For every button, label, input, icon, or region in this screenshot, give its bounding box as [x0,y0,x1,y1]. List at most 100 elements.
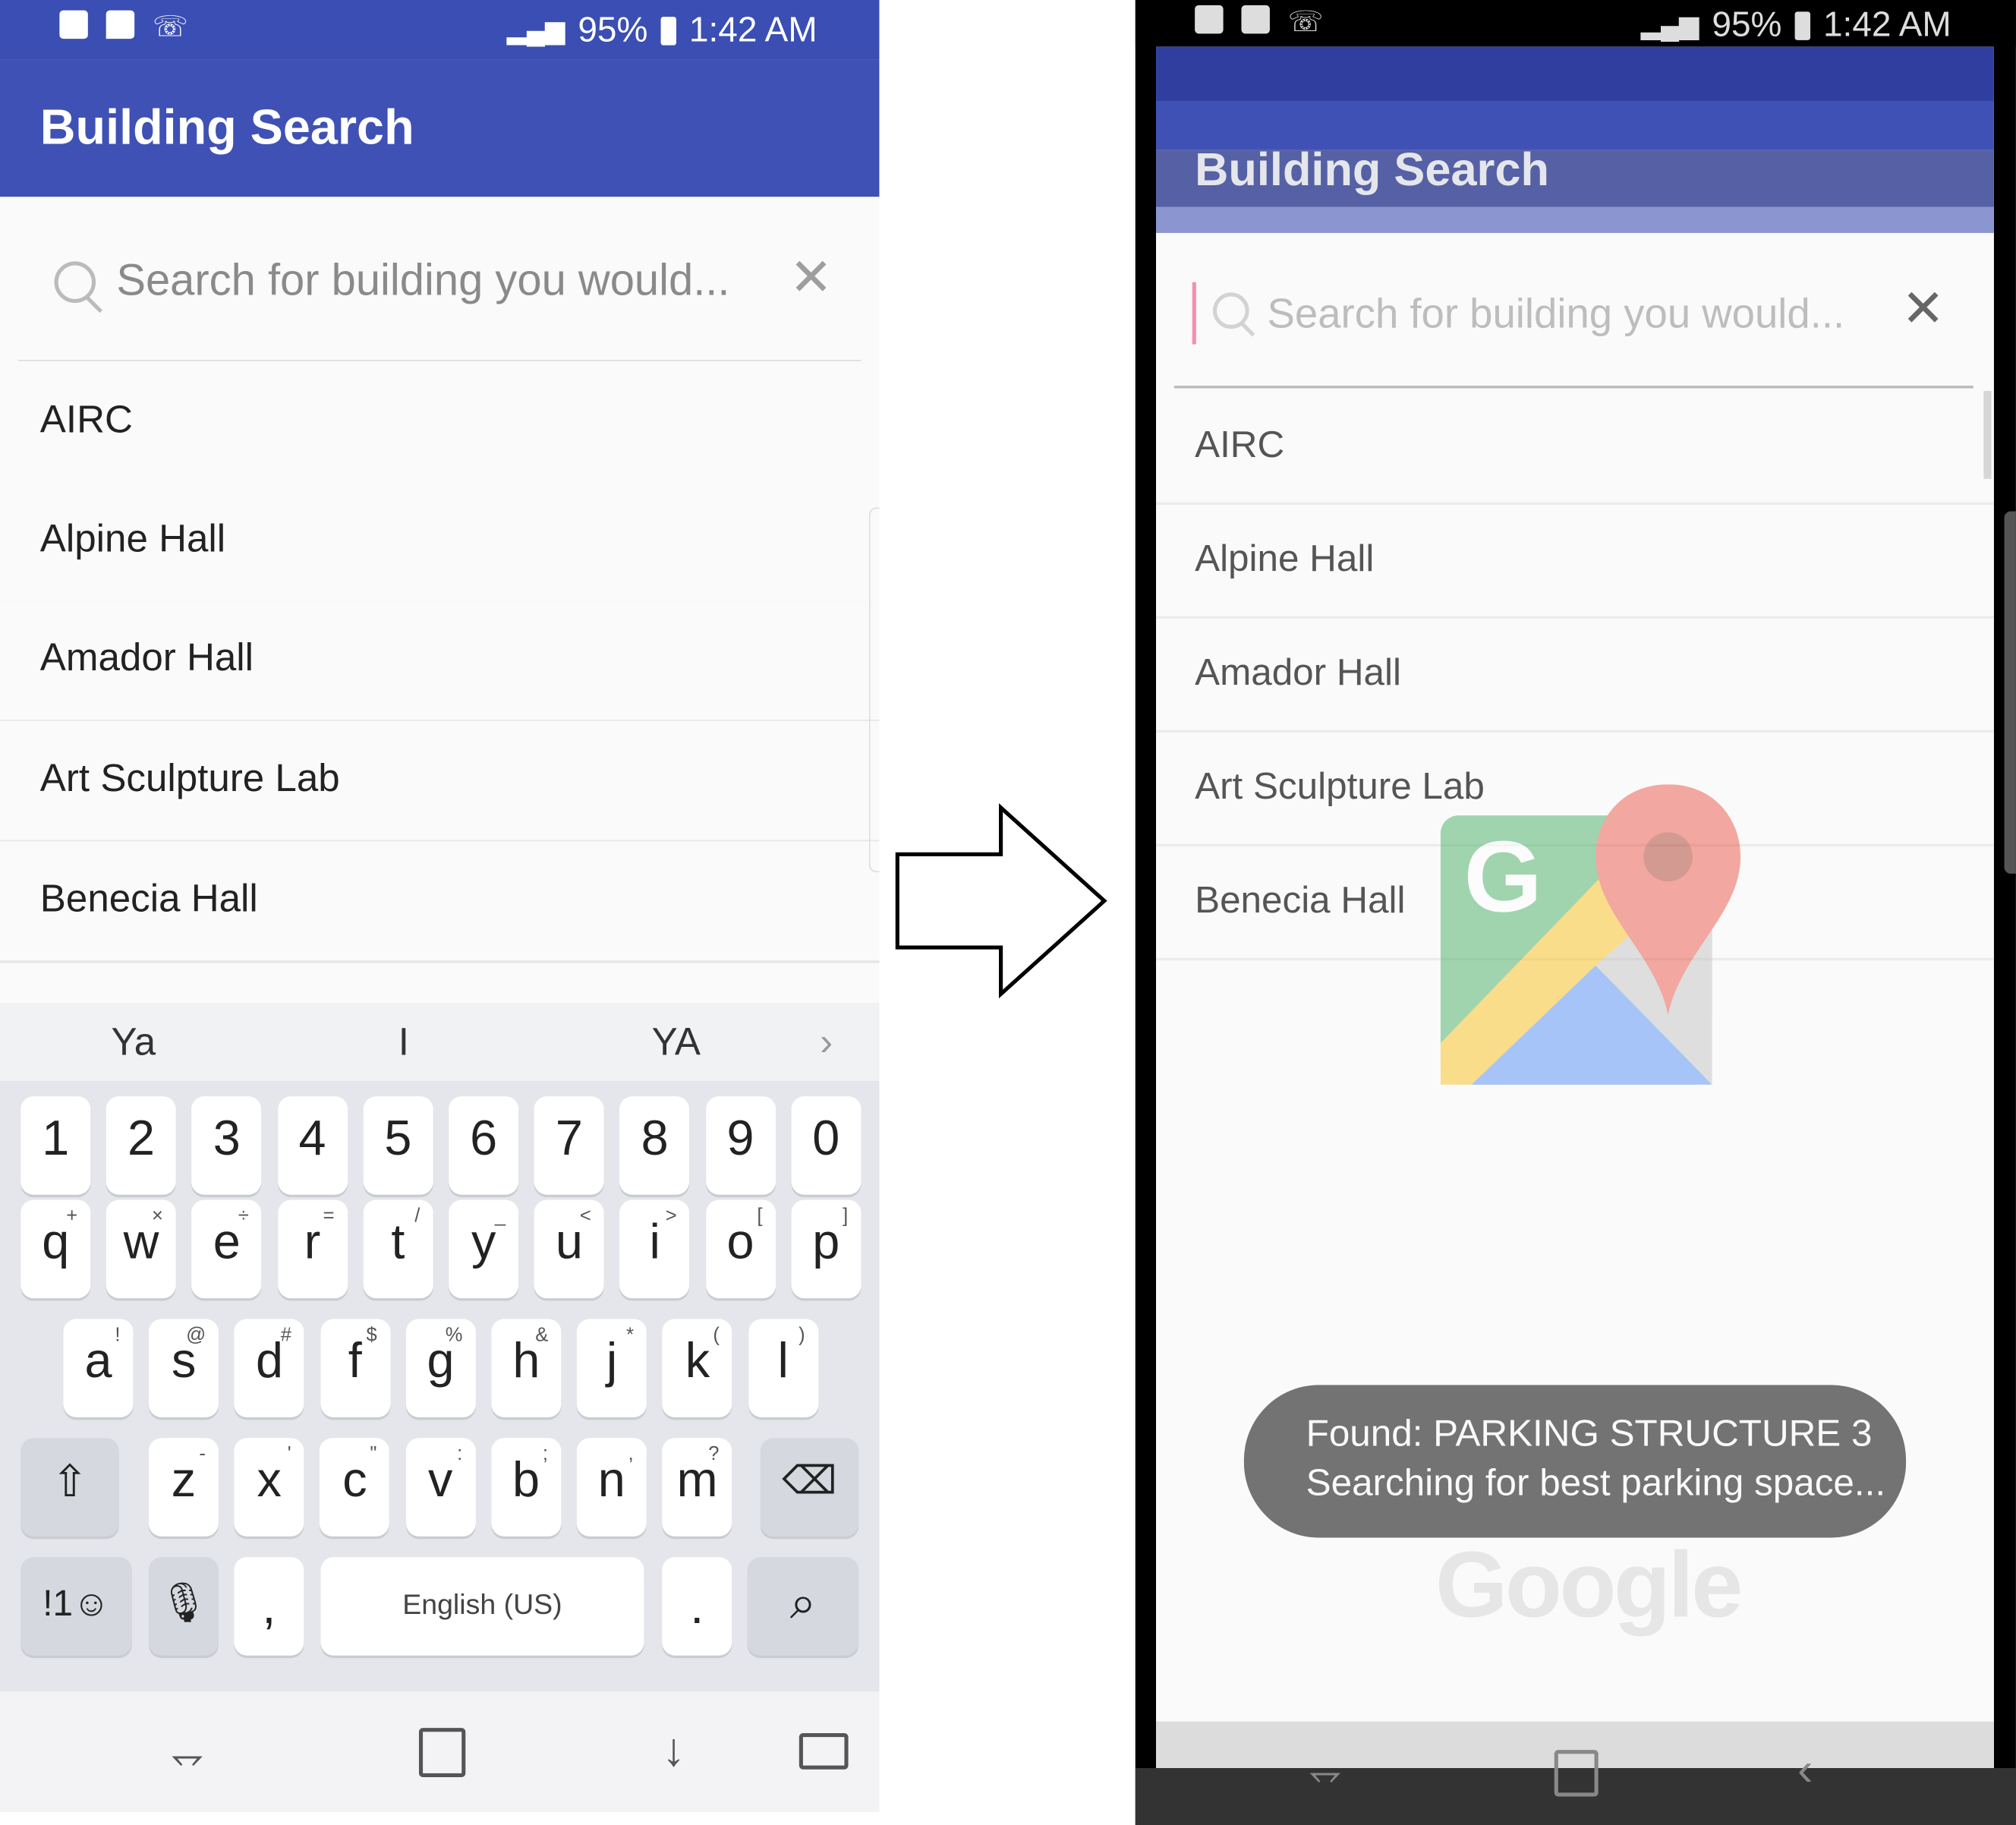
backspace-key[interactable]: ⌫ [760,1438,859,1537]
key-letter[interactable]: r = [277,1199,348,1299]
key-letter[interactable]: j * [577,1319,647,1417]
search-bar[interactable]: Search for building you would... ✕ [17,230,862,361]
key-letter-secondary: * [626,1324,635,1347]
scrollbar[interactable] [1983,390,1992,479]
home-icon[interactable] [1554,1750,1599,1797]
clear-search-button[interactable]: ✕ [1901,279,1945,339]
key-letter[interactable]: y _ [449,1199,519,1299]
key-letter-secondary: ! [115,1324,121,1347]
list-item[interactable]: Alpine Hall [1156,505,1994,619]
key-letter[interactable]: l) [748,1319,818,1417]
home-icon[interactable] [418,1728,466,1777]
key-letter[interactable]: c " [320,1438,390,1537]
scrollbar[interactable] [868,507,880,873]
keyboard-icon[interactable] [799,1732,849,1770]
list-item[interactable]: AIRC [0,362,880,484]
key-letter[interactable]: q + [20,1199,91,1299]
key-letter-secondary: + [66,1205,78,1228]
key-letter[interactable]: o[ [705,1199,776,1299]
key-letter[interactable]: h & [491,1319,562,1417]
back-icon[interactable]: ‹ [1797,1742,1813,1797]
key-letter-secondary: - [199,1443,206,1466]
key-letter[interactable]: n, [576,1438,647,1537]
key-letter[interactable]: g% [405,1319,476,1417]
key-number[interactable]: 3 [191,1096,262,1195]
battery-percent: 95% [578,10,648,49]
key-letter[interactable]: m? [662,1438,732,1537]
key-letter[interactable]: e ÷ [191,1199,262,1299]
key-number-label: 5 [384,1111,412,1167]
key-number-label: 8 [641,1111,669,1167]
space-key[interactable]: English (US) [320,1557,644,1656]
voice-input-key[interactable]: 🎙 [148,1557,219,1656]
key-number[interactable]: 9 [705,1096,776,1195]
list-item-label: Amador Hall [1195,652,1401,694]
key-letter-label: r [304,1215,321,1270]
list-item[interactable]: Amador Hall [0,600,880,723]
shift-key[interactable]: ⇧ [20,1438,119,1537]
key-number-label: 7 [555,1111,583,1167]
edge-panel-handle[interactable] [2004,511,2016,874]
key-letter[interactable]: a! [63,1319,134,1417]
search-bar[interactable]: Search for building you would... ✕ [1173,266,1973,389]
space-key-label: English (US) [402,1588,562,1621]
key-letter[interactable]: i > [619,1199,690,1299]
key-number[interactable]: 6 [449,1096,519,1195]
battery-icon [1794,11,1810,40]
search-input[interactable]: Search for building you would... [1268,290,1845,338]
key-letter[interactable]: z- [148,1438,219,1537]
battery-icon [660,16,676,45]
key-letter-secondary: # [280,1324,291,1347]
clock: 1:42 AM [1822,5,1951,44]
key-letter[interactable]: u < [534,1199,604,1299]
clear-search-button[interactable]: ✕ [789,248,833,307]
key-letter[interactable]: x ' [234,1438,304,1537]
key-letter[interactable]: v: [405,1438,476,1537]
key-letter-secondary: ' [287,1443,291,1466]
suggestion-2[interactable]: I [398,1021,409,1065]
symbols-key[interactable]: !1☺ [20,1557,132,1656]
search-input[interactable]: Search for building you would... [116,257,729,307]
key-letter[interactable]: t / [363,1199,433,1299]
key-letter[interactable]: k( [662,1319,732,1417]
suggestion-bar: Ya I YA › [0,1003,880,1081]
recent-apps-icon[interactable]: ⥐ [171,1731,204,1780]
list-item[interactable]: Art Sculpture Lab [0,720,880,843]
recent-apps-icon[interactable]: ⥐ [1309,1748,1342,1797]
key-letter[interactable]: s @ [149,1319,219,1417]
app-screen: Building Search Search for building you … [1156,46,1994,1769]
period-key[interactable]: . [662,1557,732,1656]
wifi-call-icon: ☏ [1287,5,1324,38]
list-item[interactable]: Amador Hall [1156,619,1994,733]
key-letter-label: q [42,1215,70,1270]
key-letter-label: p [812,1215,840,1270]
key-number[interactable]: 1 [20,1096,91,1195]
key-number[interactable]: 0 [791,1096,862,1195]
key-letter-label: j [606,1334,618,1389]
list-item[interactable]: AIRC [1156,391,1994,505]
comma-key[interactable]: , [234,1557,304,1656]
key-letter[interactable]: d # [235,1319,305,1417]
chevron-right-icon[interactable]: › [820,1021,833,1065]
key-letter[interactable]: p] [791,1199,862,1299]
key-letter-secondary: > [665,1205,677,1228]
suggestion-1[interactable]: Ya [112,1021,156,1065]
key-number[interactable]: 7 [534,1096,604,1195]
key-number[interactable]: 2 [106,1096,177,1195]
key-number[interactable]: 8 [619,1096,690,1195]
key-letter[interactable]: w × [106,1199,177,1299]
search-key[interactable]: ⌕ [747,1557,859,1656]
list-item-label: AIRC [39,399,133,442]
key-number-label: 6 [470,1111,498,1167]
key-letter-secondary: ) [799,1324,805,1347]
suggestion-3[interactable]: YA [652,1021,701,1065]
key-letter[interactable]: b; [491,1438,562,1537]
google-maps-icon: G [1440,784,1741,1085]
key-number[interactable]: 5 [363,1096,433,1195]
key-letter[interactable]: f $ [320,1319,390,1417]
key-number[interactable]: 4 [277,1096,348,1195]
list-item[interactable]: Benecia Hall [0,841,880,963]
hide-keyboard-icon[interactable]: ↓ [662,1723,685,1777]
list-item[interactable]: Alpine Hall [0,481,880,604]
key-letter-secondary: _ [494,1205,506,1228]
